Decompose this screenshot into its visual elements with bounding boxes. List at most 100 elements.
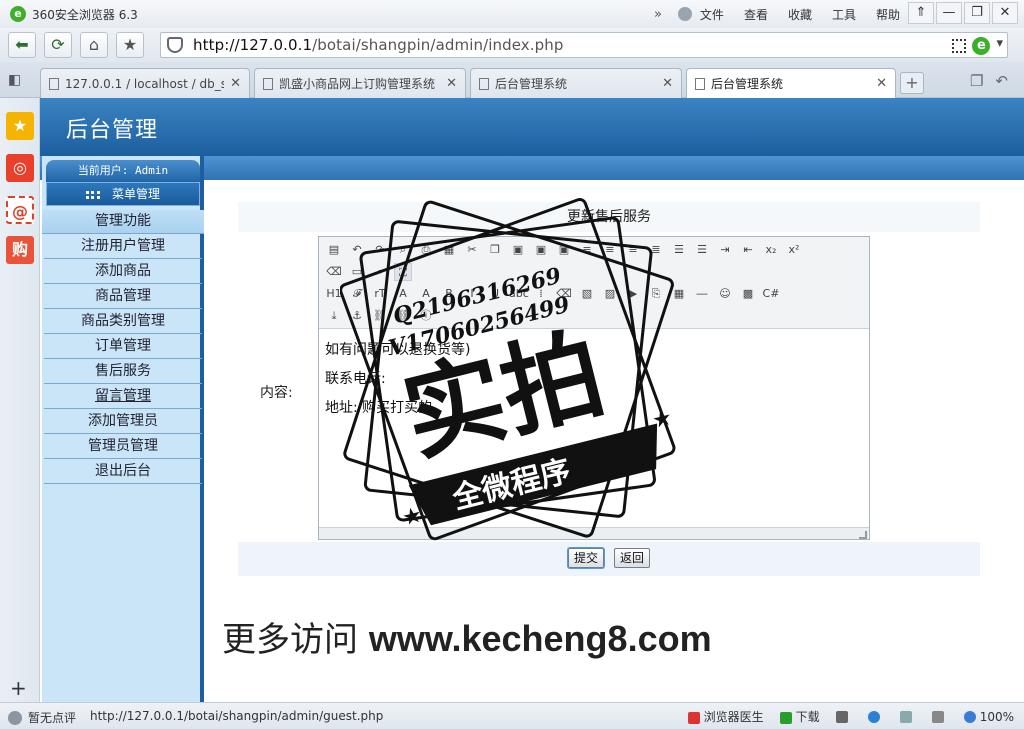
code-icon[interactable]: C# — [762, 285, 780, 303]
justify-icon[interactable]: ≣ — [647, 241, 665, 259]
tab-store[interactable]: 凯盛小商品网上订购管理系统 ✕ — [254, 68, 466, 98]
pin-button[interactable]: ⇑ — [908, 2, 934, 24]
sidebar-item-messages[interactable]: 留言管理 — [44, 384, 202, 409]
map-icon[interactable]: ▩ — [739, 285, 757, 303]
align-center-icon[interactable]: ≡ — [601, 241, 619, 259]
new-tab-button[interactable]: + — [900, 72, 924, 94]
font-family-icon[interactable]: 𝓕 — [348, 285, 366, 303]
about-icon[interactable]: ⓘ — [417, 307, 435, 325]
speed-icon[interactable] — [835, 710, 848, 723]
print-icon[interactable]: ⎙ — [417, 241, 435, 259]
menu-favorites[interactable]: 收藏 — [788, 6, 812, 23]
close-window-button[interactable]: ✕ — [992, 2, 1018, 24]
browser-engine-icon[interactable]: e — [972, 37, 991, 55]
italic-icon[interactable]: I — [463, 285, 481, 303]
url-text[interactable]: http://127.0.0.1/botai/shangpin/admin/in… — [193, 36, 563, 54]
sidebar-item-order-management[interactable]: 订单管理 — [44, 334, 202, 359]
flash-icon[interactable]: ▶ — [624, 285, 642, 303]
strikethrough-icon[interactable]: abc — [509, 285, 529, 303]
multi-image-icon[interactable]: ▨ — [601, 285, 619, 303]
font-size-icon[interactable]: rT — [371, 285, 389, 303]
sidebar-item-logout[interactable]: 退出后台 — [44, 459, 202, 484]
undo-close-icon[interactable]: ↶ — [995, 72, 1008, 90]
weibo-icon[interactable]: ◎ — [6, 154, 34, 182]
source-icon[interactable]: ▤ — [325, 241, 343, 259]
sidebar-toggle-icon[interactable]: ◧ — [8, 72, 21, 88]
editor-content[interactable]: 如有问题可以退换货等) 联系电话: 地址: 购买打买的 — [319, 330, 869, 526]
redo-icon[interactable]: ↷ — [371, 241, 389, 259]
sidebar-item-user-management[interactable]: 注册用户管理 — [44, 234, 202, 259]
preview-icon[interactable]: ⌕ — [394, 241, 412, 259]
sidebar-item-add-admin[interactable]: 添加管理员 — [44, 409, 202, 434]
highlight-icon[interactable]: A — [417, 285, 435, 303]
refresh-icon[interactable]: ⟳ — [44, 32, 72, 58]
window-list-icon[interactable]: ❐ — [970, 72, 983, 90]
sidebar-item-after-sales[interactable]: 售后服务 — [44, 359, 202, 384]
paste-word-icon[interactable]: ▣ — [555, 241, 573, 259]
paste-text-icon[interactable]: ▣ — [532, 241, 550, 259]
link-icon[interactable]: ⛓ — [371, 307, 389, 325]
sidebar-item-add-product[interactable]: 添加商品 — [44, 259, 202, 284]
undo-icon[interactable]: ↶ — [348, 241, 366, 259]
home-icon[interactable]: ⌂ — [80, 32, 108, 58]
tab-admin-1[interactable]: 后台管理系统 ✕ — [470, 68, 682, 98]
minimize-button[interactable]: — — [936, 2, 962, 24]
submit-button[interactable]: 提交 — [568, 548, 604, 568]
unlink-icon[interactable]: ⛓ — [394, 307, 412, 325]
fullscreen-icon[interactable]: ⛶ — [394, 263, 412, 281]
sidebar-item-category-management[interactable]: 商品类别管理 — [44, 309, 202, 334]
sidebar-item-admin-management[interactable]: 管理员管理 — [44, 434, 202, 459]
resize-handle[interactable] — [859, 531, 867, 539]
ie-icon[interactable] — [867, 710, 880, 723]
tab-admin-active[interactable]: 后台管理系统 ✕ — [686, 68, 896, 98]
volume-icon[interactable] — [931, 710, 944, 723]
menu-tools[interactable]: 工具 — [832, 6, 856, 23]
align-right-icon[interactable]: ≡ — [624, 241, 642, 259]
emoticon-icon[interactable]: ☺ — [716, 285, 734, 303]
favorites-star-icon[interactable]: ★ — [6, 112, 34, 140]
close-icon[interactable]: ✕ — [876, 76, 887, 91]
bold-icon[interactable]: B — [440, 285, 458, 303]
qr-code-icon[interactable] — [952, 39, 967, 53]
screenshot-icon[interactable] — [899, 710, 912, 723]
unordered-list-icon[interactable]: ☰ — [693, 241, 711, 259]
ordered-list-icon[interactable]: ☰ — [670, 241, 688, 259]
subscript-icon[interactable]: x₂ — [762, 241, 780, 259]
anchor-icon[interactable]: ⚓ — [348, 307, 366, 325]
font-color-icon[interactable]: A — [394, 285, 412, 303]
menu-file[interactable]: 文件 — [700, 6, 724, 23]
attachment-icon[interactable]: ⎘ — [647, 285, 665, 303]
browser-doctor[interactable]: 浏览器医生 — [687, 708, 764, 725]
status-comment[interactable]: 暂无点评 — [8, 709, 76, 726]
table-icon[interactable]: ▦ — [670, 285, 688, 303]
hr-icon[interactable]: ― — [693, 285, 711, 303]
user-icon[interactable] — [677, 7, 692, 21]
cut-icon[interactable]: ✂ — [463, 241, 481, 259]
add-icon[interactable]: + — [10, 676, 27, 700]
align-left-icon[interactable]: ≡ — [578, 241, 596, 259]
close-icon[interactable]: ✕ — [230, 76, 241, 91]
heading-icon[interactable]: H1 — [325, 285, 343, 303]
address-bar[interactable]: http://127.0.0.1/botai/shangpin/admin/in… — [160, 32, 1008, 58]
select-all-icon[interactable]: ▭ — [348, 263, 366, 281]
menu-view[interactable]: 查看 — [744, 6, 768, 23]
close-icon[interactable]: ✕ — [446, 76, 457, 91]
sidebar-item-product-management[interactable]: 商品管理 — [44, 284, 202, 309]
eraser-icon[interactable]: ⌫ — [555, 285, 573, 303]
superscript-icon[interactable]: x² — [785, 241, 803, 259]
shopping-icon[interactable]: 购 — [6, 236, 34, 264]
line-height-icon[interactable]: ⁞ — [532, 285, 550, 303]
chevron-down-icon[interactable]: ▾ — [996, 36, 1003, 55]
find-icon[interactable]: ⌕ — [371, 263, 389, 281]
clear-format-icon[interactable]: ⌫ — [325, 263, 343, 281]
outdent-icon[interactable]: ⇤ — [739, 241, 757, 259]
paste-icon[interactable]: ▣ — [509, 241, 527, 259]
menu-help[interactable]: 帮助 — [876, 6, 900, 23]
image-icon[interactable]: ▧ — [578, 285, 596, 303]
back-button[interactable]: 返回 — [614, 548, 650, 568]
download[interactable]: 下载 — [779, 708, 820, 725]
copy-icon[interactable]: ❐ — [486, 241, 504, 259]
template-icon[interactable]: ▦ — [440, 241, 458, 259]
close-icon[interactable]: ✕ — [662, 76, 673, 91]
back-arrow-icon[interactable]: ⬅ — [8, 32, 36, 58]
